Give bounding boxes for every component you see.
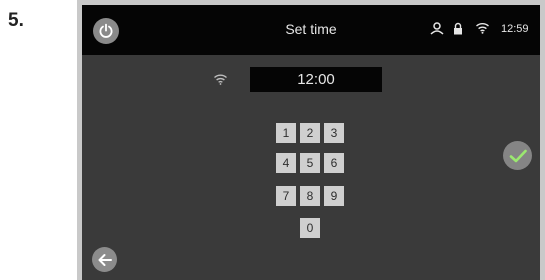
device-screen: Set time 12:59 12:00 1 2 3 4 5 6 7 8 9 0 xyxy=(82,5,540,280)
keypad-key-2[interactable]: 2 xyxy=(300,123,320,143)
lock-icon xyxy=(454,22,462,35)
page-title: Set time xyxy=(285,21,337,37)
checkmark-icon xyxy=(509,149,527,162)
time-input[interactable]: 12:00 xyxy=(250,67,382,92)
confirm-button[interactable] xyxy=(503,141,532,170)
keypad-key-4[interactable]: 4 xyxy=(276,153,296,173)
keypad-key-6[interactable]: 6 xyxy=(324,153,344,173)
keypad-key-5[interactable]: 5 xyxy=(300,153,320,173)
step-number: 5. xyxy=(8,10,24,31)
keypad-key-0[interactable]: 0 xyxy=(300,218,320,238)
keypad-key-7[interactable]: 7 xyxy=(276,186,296,206)
top-bar: Set time 12:59 xyxy=(82,5,540,55)
user-icon xyxy=(430,22,444,35)
back-button[interactable] xyxy=(92,247,117,272)
keypad-key-8[interactable]: 8 xyxy=(300,186,320,206)
status-clock: 12:59 xyxy=(501,23,529,35)
keypad-key-9[interactable]: 9 xyxy=(324,186,344,206)
keypad-key-3[interactable]: 3 xyxy=(324,123,344,143)
wifi-icon xyxy=(476,23,489,34)
arrow-left-icon xyxy=(98,253,112,266)
keypad-key-1[interactable]: 1 xyxy=(276,123,296,143)
wifi-icon xyxy=(214,74,227,85)
